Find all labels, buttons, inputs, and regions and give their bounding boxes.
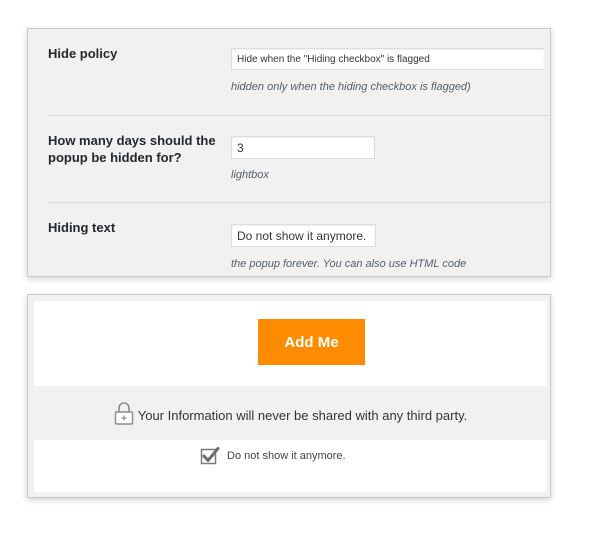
hide-popup-label: Do not show it anymore. (227, 450, 346, 462)
privacy-line: Your Information will never be shared wi… (34, 386, 546, 440)
days-hidden-label-line2: popup be hidden for? (48, 150, 182, 165)
lock-icon (113, 400, 135, 426)
popup-settings-panel: Hide policy Hide when the "Hiding checkb… (27, 28, 551, 277)
hide-popup-checkbox[interactable]: Do not show it anymore. (200, 446, 346, 466)
hiding-text-label: Hiding text (48, 220, 116, 235)
days-hidden-input[interactable]: 3 (231, 136, 375, 159)
hide-policy-label: Hide policy (48, 46, 118, 61)
privacy-text: Your Information will never be shared wi… (137, 407, 468, 423)
popup-button-area: Add Me (34, 301, 546, 386)
days-hidden-label: How many days should the popup be hidden… (48, 132, 216, 166)
privacy-notice: Your Information will never be shared wi… (34, 386, 546, 440)
popup-preview-panel: Add Me Your Information will never be sh… (27, 294, 551, 498)
hiding-text-row: Hiding text Do not show it anymore. the … (28, 203, 550, 277)
hide-policy-description: hidden only when the hiding checkbox is … (231, 81, 471, 93)
add-me-button[interactable]: Add Me (258, 319, 365, 365)
days-hidden-description: lightbox (231, 169, 269, 181)
hide-policy-select[interactable]: Hide when the "Hiding checkbox" is flagg… (231, 48, 544, 70)
hide-policy-row: Hide policy Hide when the "Hiding checkb… (28, 29, 550, 115)
days-hidden-label-line1: How many days should the (48, 133, 216, 148)
days-hidden-row: How many days should the popup be hidden… (28, 116, 550, 202)
hiding-text-input[interactable]: Do not show it anymore. (231, 224, 376, 247)
popup-hide-area: Do not show it anymore. (34, 440, 546, 492)
hiding-text-description: the popup forever. You can also use HTML… (231, 258, 467, 270)
checkbox-checked-icon[interactable] (200, 446, 220, 466)
